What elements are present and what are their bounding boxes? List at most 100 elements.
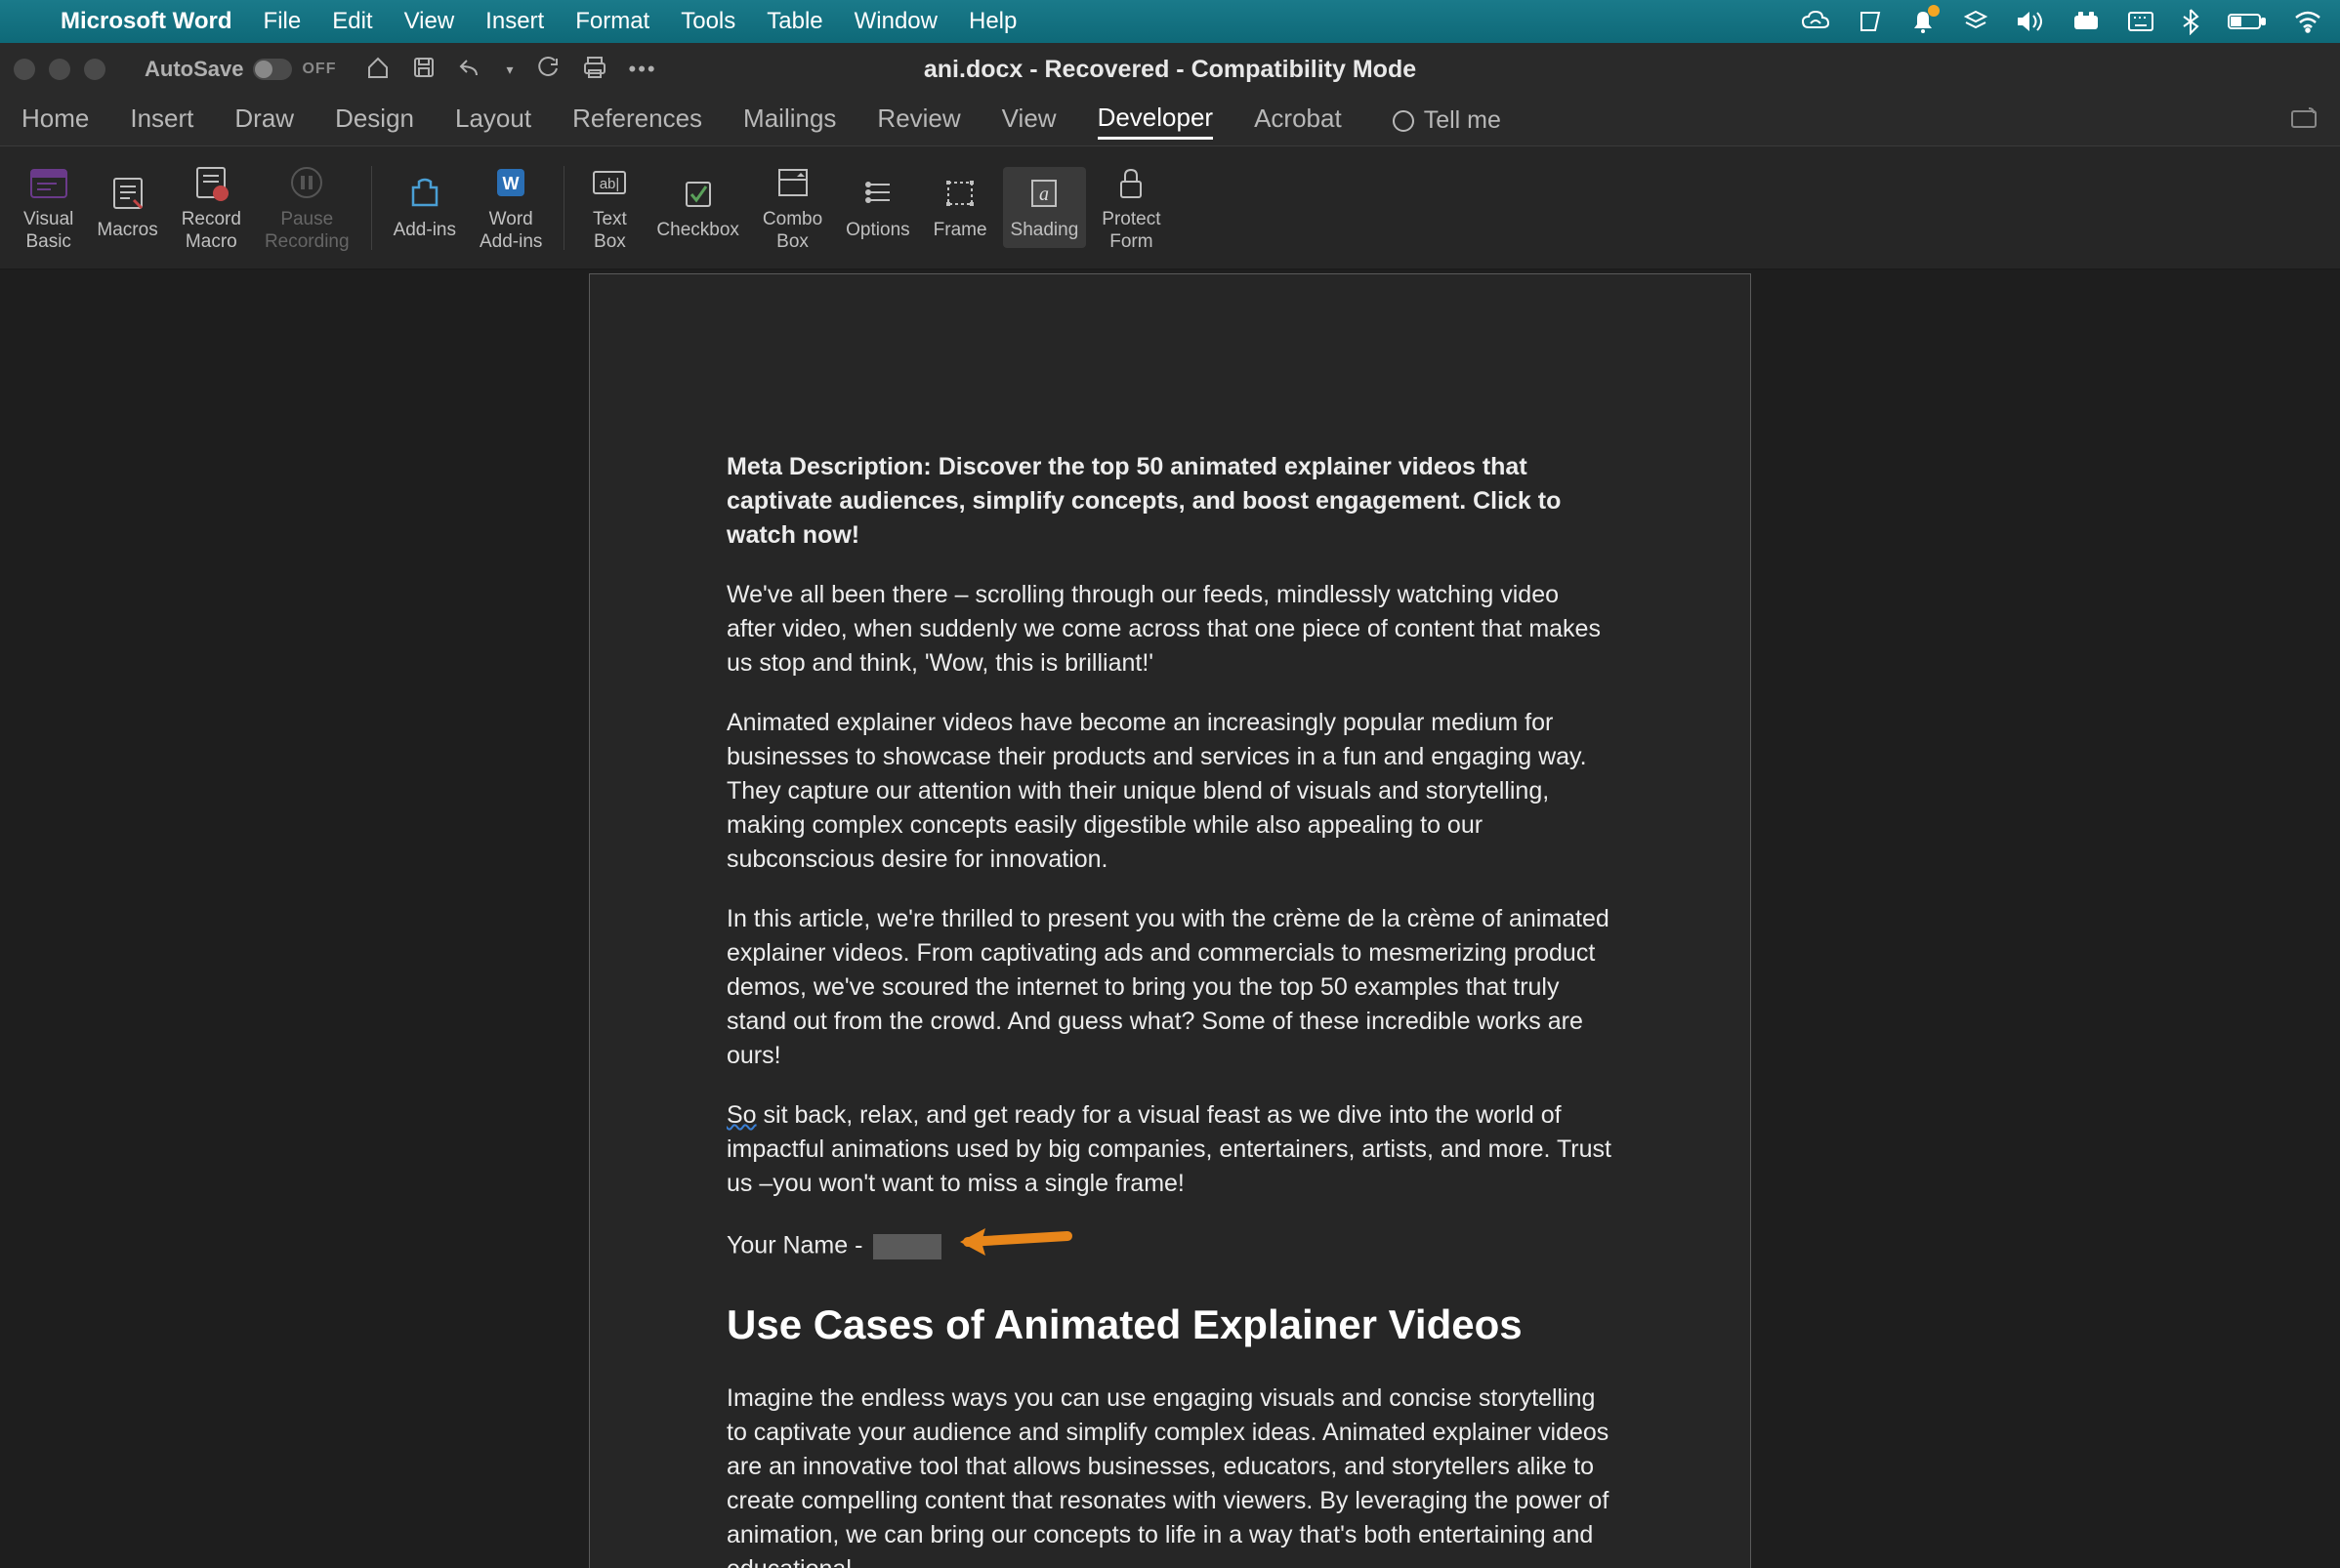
- meta-description[interactable]: Meta Description: Discover the top 50 an…: [727, 450, 1613, 553]
- autosave-label: AutoSave: [145, 57, 243, 82]
- vb-icon: [25, 162, 72, 203]
- minimize-window-button[interactable]: [49, 59, 70, 80]
- notifications-icon[interactable]: [1910, 9, 1936, 34]
- ribbon-shading-button[interactable]: aShading: [1003, 167, 1087, 248]
- ribbon-macros-button[interactable]: Macros: [89, 167, 165, 248]
- svg-text:ab|: ab|: [600, 176, 620, 192]
- tab-layout[interactable]: Layout: [455, 103, 531, 138]
- tab-acrobat[interactable]: Acrobat: [1254, 103, 1342, 138]
- menu-file[interactable]: File: [264, 8, 302, 35]
- paragraph-4[interactable]: So sit back, relax, and get ready for a …: [727, 1098, 1613, 1201]
- undo-icon[interactable]: [457, 56, 484, 84]
- autosave-toggle[interactable]: AutoSave OFF: [145, 57, 336, 82]
- ribbon-text-box-button[interactable]: ab|TextBox: [578, 156, 641, 260]
- tab-view[interactable]: View: [1002, 103, 1057, 138]
- menu-tools[interactable]: Tools: [681, 8, 735, 35]
- cloud-status-icon[interactable]: [1801, 10, 1830, 33]
- options-icon: [855, 173, 901, 214]
- tab-design[interactable]: Design: [335, 103, 414, 138]
- undo-dropdown-icon[interactable]: ▾: [506, 62, 513, 78]
- paragraph-3[interactable]: In this article, we're thrilled to prese…: [727, 902, 1613, 1073]
- maximize-window-button[interactable]: [84, 59, 105, 80]
- redo-icon[interactable]: [535, 55, 561, 85]
- wordaddins-icon: W: [487, 162, 534, 203]
- ribbon-button-label: PauseRecording: [265, 209, 350, 254]
- input-source-icon[interactable]: [2127, 11, 2154, 32]
- volume-icon[interactable]: [2016, 10, 2045, 33]
- paragraph-1[interactable]: We've all been there – scrolling through…: [727, 578, 1613, 681]
- ribbon-frame-button[interactable]: Frame: [926, 167, 995, 248]
- ribbon-button-label: Shading: [1011, 220, 1079, 242]
- menu-window[interactable]: Window: [855, 8, 938, 35]
- frame-icon: [937, 173, 983, 214]
- ribbon-button-label: WordAdd-ins: [480, 209, 542, 254]
- paragraph-2[interactable]: Animated explainer videos have become an…: [727, 706, 1613, 877]
- ribbon-button-label: ComboBox: [763, 209, 822, 254]
- paragraph-5[interactable]: Imagine the endless ways you can use eng…: [727, 1382, 1613, 1568]
- collapse-ribbon-icon[interactable]: [2289, 118, 2319, 135]
- ribbon-button-label: VisualBasic: [23, 209, 73, 254]
- menu-insert[interactable]: Insert: [485, 8, 544, 35]
- ribbon-button-label: ProtectForm: [1102, 209, 1160, 254]
- window-titlebar: AutoSave OFF ▾ ••• ani.docx - Recovered …: [0, 43, 2340, 96]
- close-window-button[interactable]: [14, 59, 35, 80]
- print-icon[interactable]: [582, 56, 607, 84]
- ribbon-checkbox-button[interactable]: Checkbox: [648, 167, 747, 248]
- do-not-disturb-icon[interactable]: [2072, 12, 2100, 31]
- ribbon-add-ins-button[interactable]: Add-ins: [386, 167, 464, 248]
- tab-draw[interactable]: Draw: [234, 103, 294, 138]
- macros-icon: [104, 173, 151, 214]
- layers-icon[interactable]: [1963, 9, 1988, 34]
- ribbon-record-macro-button[interactable]: RecordMacro: [174, 156, 249, 260]
- ribbon-options-button[interactable]: Options: [838, 167, 917, 248]
- bluetooth-icon[interactable]: [2182, 8, 2199, 35]
- ribbon-tabs: Home Insert Draw Design Layout Reference…: [0, 96, 2340, 146]
- tab-references[interactable]: References: [572, 103, 702, 138]
- textbox-icon: ab|: [586, 162, 633, 203]
- save-icon[interactable]: [412, 56, 436, 84]
- menu-edit[interactable]: Edit: [332, 8, 372, 35]
- document-title: ani.docx - Recovered - Compatibility Mod…: [924, 56, 1416, 84]
- tab-developer[interactable]: Developer: [1098, 103, 1214, 140]
- tab-review[interactable]: Review: [877, 103, 960, 138]
- menu-format[interactable]: Format: [575, 8, 649, 35]
- ribbon-visual-basic-button[interactable]: VisualBasic: [16, 156, 81, 260]
- menu-help[interactable]: Help: [969, 8, 1017, 35]
- document-page[interactable]: Meta Description: Discover the top 50 an…: [589, 273, 1751, 1568]
- tell-me-search[interactable]: Tell me: [1393, 106, 1501, 135]
- svg-text:W: W: [503, 174, 520, 193]
- name-field-line[interactable]: Your Name -: [727, 1226, 1613, 1267]
- tab-insert[interactable]: Insert: [130, 103, 193, 138]
- your-name-label: Your Name -: [727, 1232, 869, 1259]
- macos-menubar: Microsoft Word File Edit View Insert For…: [0, 0, 2340, 43]
- ribbon-pause-recording-button: PauseRecording: [257, 156, 357, 260]
- menu-view[interactable]: View: [404, 8, 455, 35]
- checkbox-icon: [675, 173, 722, 214]
- form-text-field[interactable]: [873, 1234, 941, 1259]
- tab-mailings[interactable]: Mailings: [743, 103, 836, 138]
- ribbon-word-add-ins-button[interactable]: W WordAdd-ins: [472, 156, 550, 260]
- menu-table[interactable]: Table: [767, 8, 822, 35]
- battery-icon[interactable]: [2227, 12, 2266, 31]
- ribbon-button-label: Frame: [934, 220, 987, 242]
- ribbon-button-label: Macros: [97, 220, 157, 242]
- protect-icon: [1107, 162, 1154, 203]
- ribbon-toolbar: VisualBasic Macros RecordMacro PauseRecordi…: [0, 146, 2340, 269]
- pause-icon: [283, 162, 330, 203]
- grammar-underline[interactable]: So: [727, 1101, 757, 1129]
- lightbulb-icon: [1393, 110, 1414, 132]
- wifi-icon[interactable]: [2293, 10, 2322, 33]
- more-icon[interactable]: •••: [629, 57, 657, 82]
- app-name[interactable]: Microsoft Word: [61, 8, 232, 35]
- document-canvas[interactable]: Meta Description: Discover the top 50 an…: [0, 269, 2340, 1568]
- hexagon-icon[interactable]: [1858, 9, 1883, 34]
- home-icon[interactable]: [365, 55, 391, 85]
- heading-use-cases[interactable]: Use Cases of Animated Explainer Videos: [727, 1297, 1613, 1354]
- tab-home[interactable]: Home: [21, 103, 89, 138]
- ribbon-button-label: Checkbox: [656, 220, 739, 242]
- autosave-switch[interactable]: [253, 59, 292, 80]
- ribbon-protect-form-button[interactable]: ProtectForm: [1094, 156, 1168, 260]
- addins-icon: [401, 173, 448, 214]
- ribbon-combo-box-button[interactable]: ComboBox: [755, 156, 830, 260]
- combo-icon: [770, 162, 816, 203]
